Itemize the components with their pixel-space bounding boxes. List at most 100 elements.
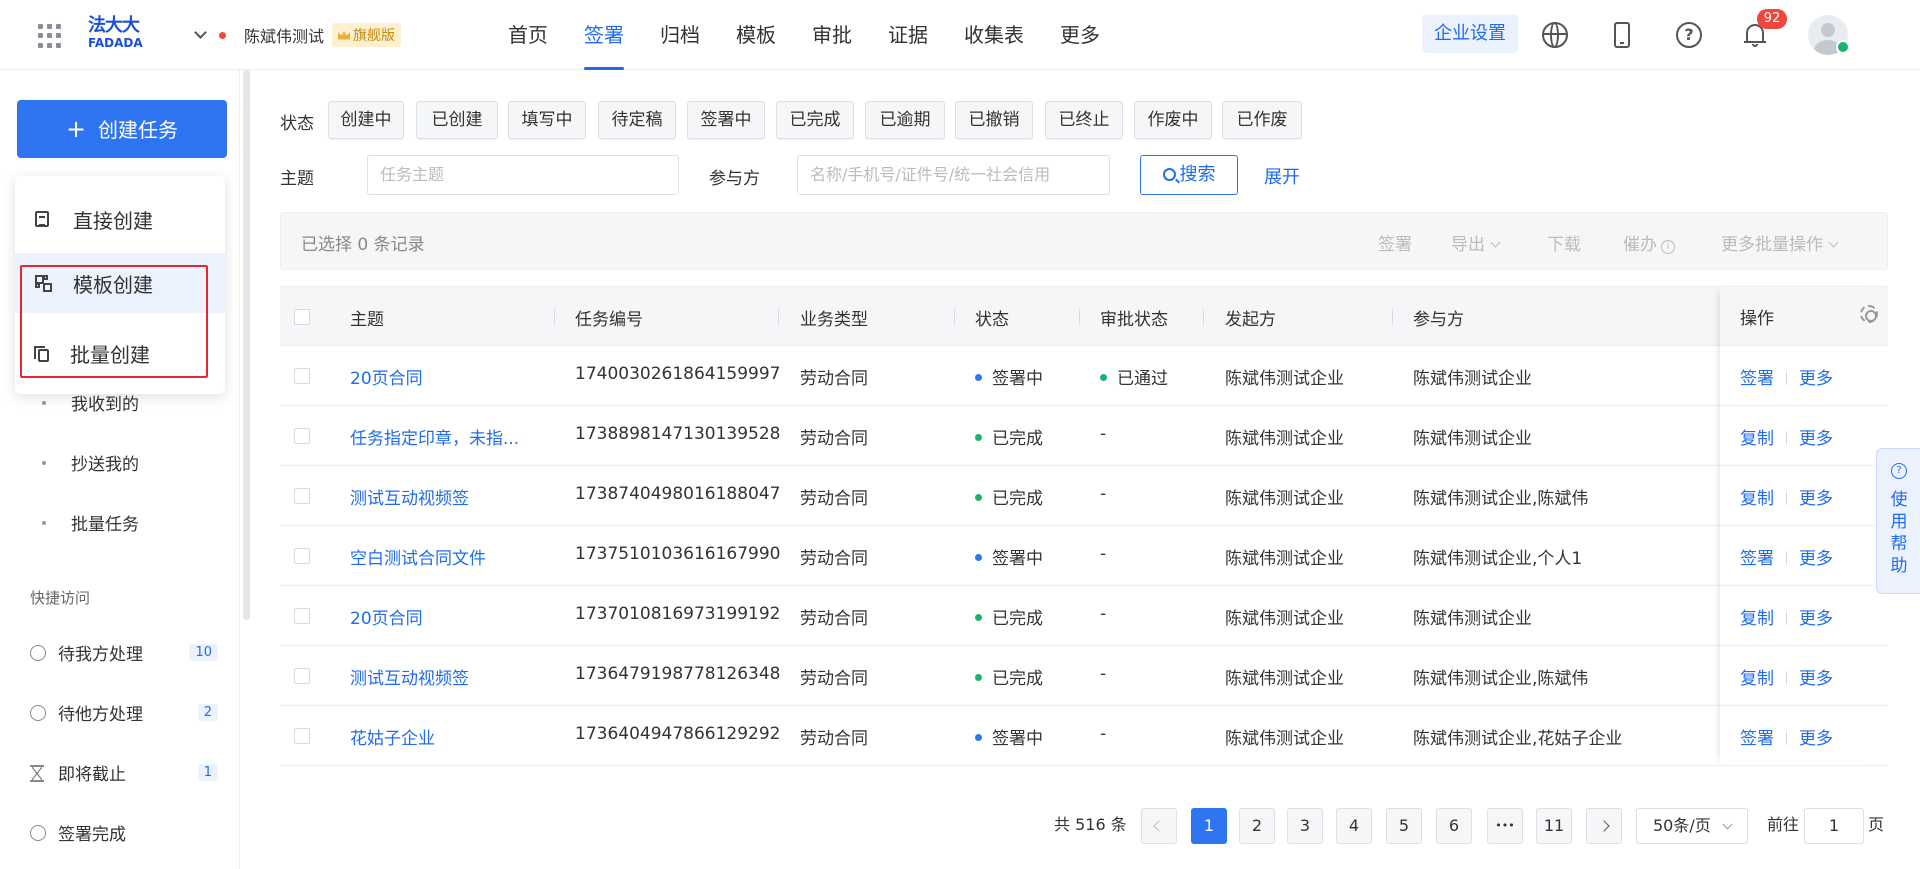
page-3[interactable]: 3 — [1287, 808, 1323, 844]
row-checkbox[interactable] — [294, 728, 310, 744]
cell-task-id: 1737510103616167990 — [575, 544, 781, 564]
globe-icon[interactable] — [1542, 22, 1568, 48]
sidebar-item-cc[interactable]: 抄送我的 — [30, 450, 139, 475]
row-operations: 复制 更多 — [1740, 604, 1833, 629]
batch-export-button[interactable]: 导出 — [1451, 230, 1501, 255]
quick-due-soon[interactable]: 即将截止 1 — [30, 760, 218, 785]
status-chip-overdue[interactable]: 已逾期 — [865, 101, 945, 139]
sidebar-item-batch[interactable]: 批量任务 — [30, 510, 139, 535]
row-checkbox[interactable] — [294, 428, 310, 444]
page-2[interactable]: 2 — [1239, 808, 1275, 844]
cell-business-type: 劳动合同 — [800, 609, 868, 629]
nav-home[interactable]: 首页 — [490, 0, 566, 70]
status-chip-filling[interactable]: 填写中 — [508, 101, 586, 139]
table-row: 20页合同 1737010816973199192 劳动合同 已完成 - 陈斌伟测试企业 陈… — [280, 586, 1888, 646]
status-chip-signing[interactable]: 签署中 — [687, 101, 765, 139]
page-1[interactable]: 1 — [1191, 808, 1227, 844]
batch-more-button[interactable]: 更多批量操作 — [1721, 230, 1839, 255]
status-dot — [975, 734, 982, 741]
status-chip-voiding[interactable]: 作废中 — [1134, 101, 1212, 139]
row-more-action[interactable]: 更多 — [1799, 429, 1833, 449]
row-primary-action[interactable]: 复制 — [1740, 669, 1774, 689]
row-more-action[interactable]: 更多 — [1799, 369, 1833, 389]
mobile-icon[interactable] — [1614, 22, 1630, 48]
nav-archive[interactable]: 归档 — [642, 0, 718, 70]
prev-page-button[interactable] — [1141, 808, 1177, 844]
subject-input[interactable]: 任务主题 — [367, 155, 679, 195]
nav-evidence[interactable]: 证据 — [870, 0, 946, 70]
select-all-checkbox[interactable] — [294, 309, 310, 325]
status-chip-created[interactable]: 已创建 — [416, 101, 498, 139]
row-primary-action[interactable]: 签署 — [1740, 549, 1774, 569]
nav-sign[interactable]: 签署 — [566, 0, 642, 70]
status-dot — [975, 674, 982, 681]
fadada-logo[interactable]: 法大大 FADADA — [88, 16, 152, 52]
org-switcher[interactable]: 陈斌伟测试 旗舰版 — [194, 22, 402, 48]
goto-label: 前往 — [1767, 815, 1800, 834]
nav-forms[interactable]: 收集表 — [946, 0, 1042, 70]
row-checkbox[interactable] — [294, 488, 310, 504]
next-page-button[interactable] — [1586, 808, 1622, 844]
row-primary-action[interactable]: 复制 — [1740, 429, 1774, 449]
cell-subject[interactable]: 测试互动视频签 — [350, 664, 469, 689]
direct-create-item[interactable]: 直接创建 — [15, 194, 225, 244]
nav-more[interactable]: 更多 — [1042, 0, 1118, 70]
expand-link[interactable]: 展开 — [1264, 163, 1300, 189]
cell-subject[interactable]: 花姑子企业 — [350, 724, 435, 749]
status-chip-draft[interactable]: 待定稿 — [598, 101, 676, 139]
row-more-action[interactable]: 更多 — [1799, 609, 1833, 629]
party-input[interactable]: 名称/手机号/证件号/统一社会信用 — [797, 155, 1110, 195]
quick-pending-us[interactable]: 待我方处理 10 — [30, 640, 218, 665]
operation-column: 操作 签署 更多 复制 更多 复制 更多 签署 更多 复制 更多 复制 更多 签署 更多 — [1720, 286, 1888, 766]
page-6[interactable]: 6 — [1436, 808, 1472, 844]
cell-approval: - — [1100, 724, 1107, 744]
row-primary-action[interactable]: 复制 — [1740, 489, 1774, 509]
quick-access-title: 快捷访问 — [30, 589, 91, 607]
row-more-action[interactable]: 更多 — [1799, 549, 1833, 569]
nav-approval[interactable]: 审批 — [794, 0, 870, 70]
enterprise-settings-button[interactable]: 企业设置 — [1422, 15, 1518, 53]
nav-template[interactable]: 模板 — [718, 0, 794, 70]
status-chip-revoked[interactable]: 已撤销 — [955, 101, 1033, 139]
row-more-action[interactable]: 更多 — [1799, 729, 1833, 749]
row-checkbox[interactable] — [294, 548, 310, 564]
cell-subject[interactable]: 20页合同 — [350, 604, 423, 629]
page-4[interactable]: 4 — [1336, 808, 1372, 844]
row-primary-action[interactable]: 签署 — [1740, 729, 1774, 749]
status-chip-completed[interactable]: 已完成 — [776, 101, 854, 139]
row-checkbox[interactable] — [294, 668, 310, 684]
page-5[interactable]: 5 — [1386, 808, 1422, 844]
status-chip-creating[interactable]: 创建中 — [328, 101, 404, 139]
sidebar-scrollbar[interactable] — [243, 70, 250, 620]
row-primary-action[interactable]: 签署 — [1740, 369, 1774, 389]
help-icon[interactable]: ? — [1676, 22, 1702, 48]
row-more-action[interactable]: 更多 — [1799, 489, 1833, 509]
page-11[interactable]: 11 — [1536, 808, 1572, 844]
search-button[interactable]: 搜索 — [1140, 155, 1238, 195]
cell-parties: 陈斌伟测试企业 — [1413, 369, 1532, 389]
status-chip-voided[interactable]: 已作废 — [1222, 101, 1302, 139]
batch-sign-button[interactable]: 签署 — [1378, 230, 1412, 255]
page-ellipsis[interactable]: ••• — [1487, 808, 1523, 844]
row-more-action[interactable]: 更多 — [1799, 669, 1833, 689]
quick-pending-others[interactable]: 待他方处理 2 — [30, 700, 218, 725]
help-tab[interactable]: ? 使用帮助 — [1876, 448, 1920, 594]
cell-subject[interactable]: 任务指定印章，未指... — [350, 424, 519, 449]
row-checkbox[interactable] — [294, 368, 310, 384]
create-task-button[interactable]: + 创建任务 — [17, 100, 227, 158]
page-size-select[interactable]: 50条/页 — [1636, 808, 1748, 844]
party-label: 参与方 — [709, 169, 760, 189]
app-grid-icon[interactable] — [38, 24, 62, 48]
cell-subject[interactable]: 空白测试合同文件 — [350, 544, 486, 569]
row-checkbox[interactable] — [294, 608, 310, 624]
row-primary-action[interactable]: 复制 — [1740, 609, 1774, 629]
gear-icon[interactable] — [1860, 305, 1878, 323]
cell-subject[interactable]: 测试互动视频签 — [350, 484, 469, 509]
goto-page-input[interactable]: 1 — [1804, 808, 1864, 844]
batch-remind-button[interactable]: 催办 i — [1623, 230, 1675, 255]
cell-task-id: 1736404947866129292 — [575, 724, 781, 744]
quick-signed[interactable]: 签署完成 — [30, 820, 218, 845]
batch-download-button[interactable]: 下载 — [1547, 230, 1581, 255]
cell-subject[interactable]: 20页合同 — [350, 364, 423, 389]
status-chip-terminated[interactable]: 已终止 — [1045, 101, 1123, 139]
